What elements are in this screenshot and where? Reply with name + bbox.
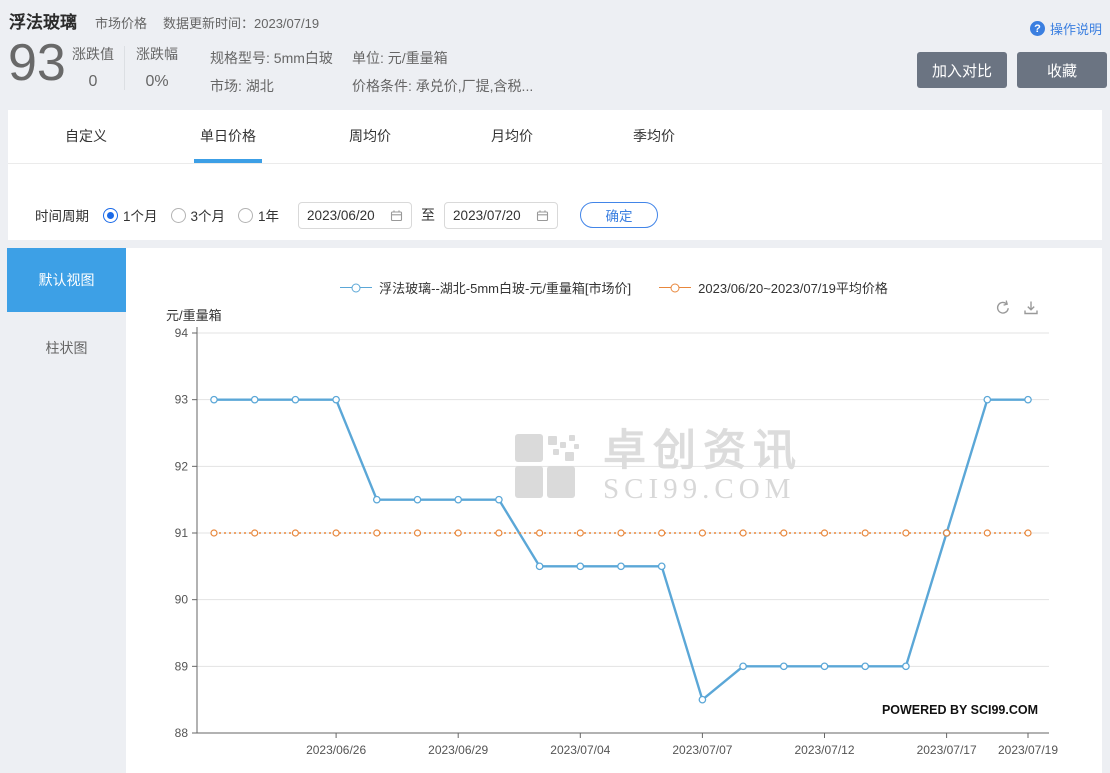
svg-text:2023/07/19: 2023/07/19 xyxy=(998,743,1058,757)
radio-selected-icon xyxy=(103,208,118,223)
sidebar-item-bar-chart[interactable]: 柱状图 xyxy=(7,336,126,360)
update-time-value: 2023/07/19 xyxy=(254,16,319,31)
tab-monthly-avg[interactable]: 月均价 xyxy=(464,110,560,163)
series-average xyxy=(211,530,1031,536)
confirm-button[interactable]: 确定 xyxy=(580,202,658,228)
start-date-input[interactable]: 2023/06/20 xyxy=(298,202,412,229)
radio-icon xyxy=(171,208,186,223)
tabs-filter-card: 自定义 单日价格 周均价 月均价 季均价 时间周期 1个月 3个月 1年 202… xyxy=(8,110,1102,240)
start-date-value: 2023/06/20 xyxy=(307,208,375,223)
add-compare-button[interactable]: 加入对比 xyxy=(917,52,1007,88)
divider xyxy=(124,46,125,90)
help-link[interactable]: ? 操作说明 xyxy=(1030,19,1102,38)
market-type-label: 市场价格 xyxy=(95,13,147,32)
update-time-label: 数据更新时间： xyxy=(163,16,254,31)
radio-1-year[interactable]: 1年 xyxy=(238,205,279,225)
unit-condition-block: 单位: 元/重量箱 价格条件: 承兑价,厂提,含税... xyxy=(352,44,533,100)
svg-text:2023/07/17: 2023/07/17 xyxy=(917,743,977,757)
question-icon: ? xyxy=(1030,21,1045,36)
market-label: 市场: 湖北 xyxy=(210,72,333,100)
svg-text:2023/07/12: 2023/07/12 xyxy=(794,743,854,757)
condition-label: 价格条件: 承兑价,厂提,含税... xyxy=(352,72,533,100)
svg-text:88: 88 xyxy=(175,726,189,740)
powered-by-text: POWERED BY SCI99.COM xyxy=(882,703,1038,717)
spec-market-block: 规格型号: 5mm白玻 市场: 湖北 xyxy=(210,44,333,100)
svg-text:2023/07/04: 2023/07/04 xyxy=(550,743,610,757)
period-label: 时间周期 xyxy=(35,205,89,225)
calendar-icon xyxy=(390,209,403,222)
svg-text:93: 93 xyxy=(175,393,189,407)
update-time: 数据更新时间：2023/07/19 xyxy=(163,13,319,32)
calendar-icon xyxy=(536,209,549,222)
tab-weekly-avg[interactable]: 周均价 xyxy=(322,110,418,163)
help-label: 操作说明 xyxy=(1050,19,1102,38)
svg-text:90: 90 xyxy=(175,593,189,607)
chart-card: 浮法玻璃--湖北-5mm白玻-元/重量箱[市场价] 2023/06/20~202… xyxy=(126,248,1102,773)
svg-text:94: 94 xyxy=(175,326,189,340)
radio-1-month-label: 1个月 xyxy=(123,205,158,225)
change-value-label: 涨跌值 xyxy=(72,46,114,62)
radio-1-month[interactable]: 1个月 xyxy=(103,205,158,225)
svg-text:2023/07/07: 2023/07/07 xyxy=(672,743,732,757)
page-title: 浮法玻璃 xyxy=(9,8,77,33)
radio-icon xyxy=(238,208,253,223)
change-pct-block: 涨跌幅 0% xyxy=(136,44,178,91)
price-chart[interactable]: 88 89 90 91 92 93 94 2023/06/26 2023/06/29 2023/0… xyxy=(126,248,1102,773)
end-date-input[interactable]: 2023/07/20 xyxy=(444,202,558,229)
tab-bar: 自定义 单日价格 周均价 月均价 季均价 xyxy=(8,110,1102,164)
favorite-button[interactable]: 收藏 xyxy=(1017,52,1107,88)
change-value: 0 xyxy=(72,73,114,91)
sidebar-item-default-view[interactable]: 默认视图 xyxy=(7,248,126,312)
svg-text:91: 91 xyxy=(175,526,189,540)
spec-label: 规格型号: 5mm白玻 xyxy=(210,44,333,72)
change-pct-label: 涨跌幅 xyxy=(136,46,178,62)
change-pct-value: 0% xyxy=(136,73,178,91)
series-price xyxy=(211,396,1031,702)
date-to-label: 至 xyxy=(421,205,435,225)
tab-daily-price[interactable]: 单日价格 xyxy=(180,110,276,163)
unit-label: 单位: 元/重量箱 xyxy=(352,44,533,72)
radio-1-year-label: 1年 xyxy=(258,205,279,225)
radio-3-month-label: 3个月 xyxy=(191,205,226,225)
svg-text:92: 92 xyxy=(175,459,189,473)
tab-quarterly-avg[interactable]: 季均价 xyxy=(606,110,702,163)
tab-custom[interactable]: 自定义 xyxy=(38,110,134,163)
svg-text:2023/06/26: 2023/06/26 xyxy=(306,743,366,757)
end-date-value: 2023/07/20 xyxy=(453,208,521,223)
svg-text:89: 89 xyxy=(175,659,189,673)
axes: 88 89 90 91 92 93 94 2023/06/26 2023/06/29 2023/0… xyxy=(175,326,1059,757)
time-filter-row: 时间周期 1个月 3个月 1年 2023/06/20 至 2023/07/20 xyxy=(35,191,658,239)
current-price: 93 xyxy=(8,34,66,92)
radio-3-month[interactable]: 3个月 xyxy=(171,205,226,225)
change-value-block: 涨跌值 0 xyxy=(72,44,114,91)
svg-text:2023/06/29: 2023/06/29 xyxy=(428,743,488,757)
